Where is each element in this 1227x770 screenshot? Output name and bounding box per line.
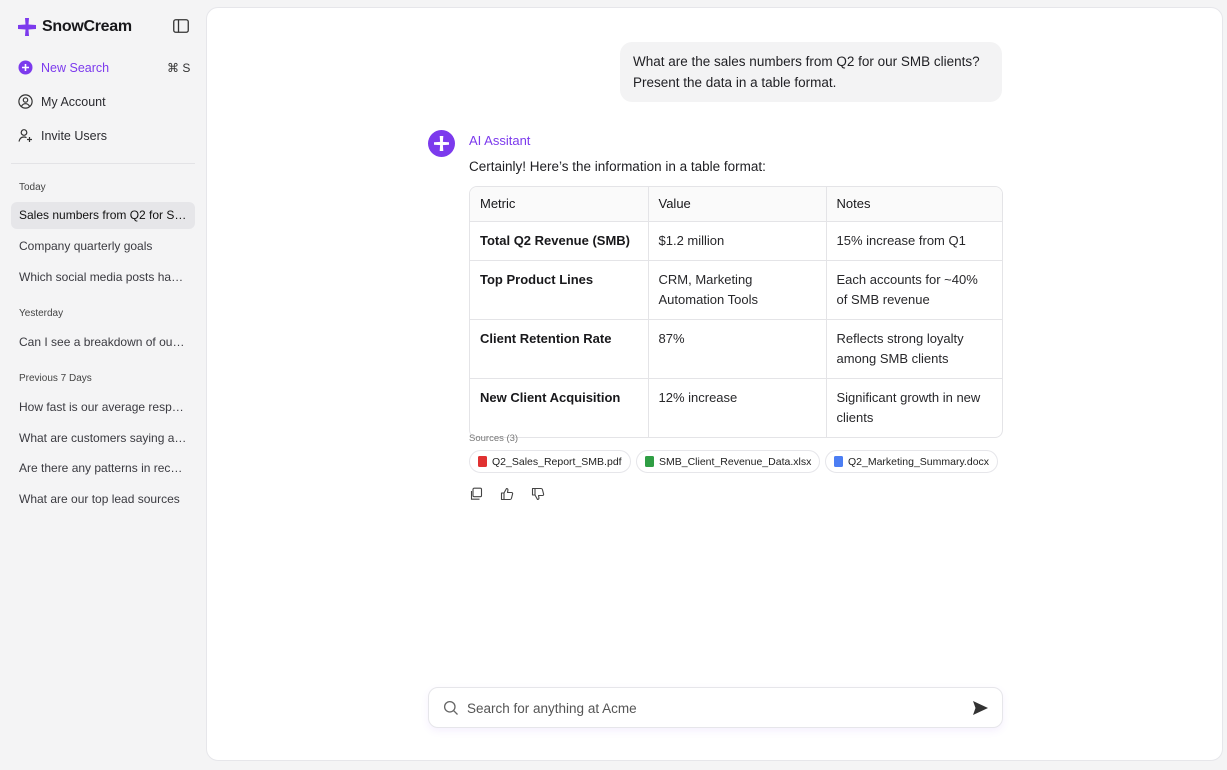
history-group-previous-7-days: Previous 7 Days <box>19 373 92 384</box>
user-circle-icon <box>18 94 33 109</box>
table-row: Top Product Lines CRM, Marketing Automat… <box>470 260 1002 320</box>
user-plus-icon <box>18 128 33 143</box>
table-cell: 15% increase from Q1 <box>826 221 1002 261</box>
table-cell: CRM, Marketing Automation Tools <box>648 260 827 320</box>
source-name: SMB_Client_Revenue_Data.xlsx <box>659 455 812 468</box>
table-cell: $1.2 million <box>648 221 827 261</box>
source-chip-xlsx[interactable]: SMB_Client_Revenue_Data.xlsx <box>636 450 821 473</box>
sidebar-toggle-icon[interactable] <box>173 19 189 33</box>
plus-circle-icon <box>18 60 33 75</box>
copy-icon[interactable] <box>469 487 483 501</box>
history-item[interactable]: Sales numbers from Q2 for SMB clients <box>11 202 195 229</box>
table-cell: New Client Acquisition <box>470 378 649 437</box>
history-item[interactable]: Can I see a breakdown of our revenue <box>11 329 195 356</box>
invite-users-label: Invite Users <box>41 128 107 143</box>
history-item[interactable]: What are customers saying about us <box>11 425 195 452</box>
snowcream-logo-icon <box>18 18 36 36</box>
history-group-today: Today <box>19 182 46 193</box>
assistant-avatar-icon <box>428 130 455 157</box>
assistant-name: AI Assitant <box>469 133 531 148</box>
history-item[interactable]: How fast is our average response time <box>11 394 195 421</box>
table-row: Total Q2 Revenue (SMB) $1.2 million 15% … <box>470 221 1002 261</box>
thumbs-down-icon[interactable] <box>531 487 545 501</box>
data-table: Metric Value Notes Total Q2 Revenue (SMB… <box>469 186 1003 438</box>
table-header-cell: Notes <box>826 187 1002 222</box>
table-cell: 12% increase <box>648 378 827 437</box>
table-cell: 87% <box>648 319 827 379</box>
source-name: Q2_Sales_Report_SMB.pdf <box>492 455 622 468</box>
assistant-intro: Certainly! Here’s the information in a t… <box>469 159 766 174</box>
table-header-row: Metric Value Notes <box>470 187 1002 222</box>
spreadsheet-file-icon <box>645 456 654 467</box>
sources-label: Sources (3) <box>469 433 519 444</box>
history-group-yesterday: Yesterday <box>19 308 64 319</box>
history-item[interactable]: Company quarterly goals <box>11 233 195 260</box>
search-icon <box>443 700 458 715</box>
my-account-label: My Account <box>41 94 106 109</box>
history-item[interactable]: What are our top lead sources <box>11 486 195 513</box>
table-row: New Client Acquisition 12% increase Sign… <box>470 378 1002 437</box>
table-cell: Top Product Lines <box>470 260 649 320</box>
new-search-button[interactable]: New Search <box>18 60 109 75</box>
sidebar-divider <box>11 163 195 164</box>
new-search-label: New Search <box>41 60 110 75</box>
document-file-icon <box>834 456 843 467</box>
history-item[interactable]: Which social media posts have performed … <box>11 264 195 291</box>
source-name: Q2_Marketing_Summary.docx <box>848 455 990 468</box>
new-search-shortcut: ⌘ S <box>167 61 191 75</box>
sidebar: SnowCream New Search ⌘ S My Account Invi… <box>0 0 206 770</box>
table-cell: Reflects strong loyalty among SMB client… <box>826 319 1002 379</box>
history-item[interactable]: Are there any patterns in recent churn <box>11 455 195 482</box>
table-cell: Client Retention Rate <box>470 319 649 379</box>
table-cell: Total Q2 Revenue (SMB) <box>470 221 649 261</box>
source-chip-pdf[interactable]: Q2_Sales_Report_SMB.pdf <box>469 450 631 473</box>
table-header-cell: Value <box>648 187 827 222</box>
search-bar <box>428 687 1003 728</box>
source-chip-docx[interactable]: Q2_Marketing_Summary.docx <box>825 450 999 473</box>
search-input[interactable] <box>467 696 947 720</box>
table-cell: Each accounts for ~40% of SMB revenue <box>826 260 1002 320</box>
user-message: What are the sales numbers from Q2 for o… <box>620 42 1002 102</box>
send-icon[interactable] <box>972 700 989 716</box>
chat-panel: What are the sales numbers from Q2 for o… <box>206 7 1223 761</box>
my-account-button[interactable]: My Account <box>18 94 106 109</box>
table-row: Client Retention Rate 87% Reflects stron… <box>470 319 1002 379</box>
table-header-cell: Metric <box>470 187 649 222</box>
brand-name: SnowCream <box>42 18 132 35</box>
brand[interactable]: SnowCream <box>17 17 132 37</box>
table-cell: Significant growth in new clients <box>836 390 981 425</box>
pdf-file-icon <box>478 456 487 467</box>
invite-users-button[interactable]: Invite Users <box>18 128 107 143</box>
thumbs-up-icon[interactable] <box>500 487 514 501</box>
